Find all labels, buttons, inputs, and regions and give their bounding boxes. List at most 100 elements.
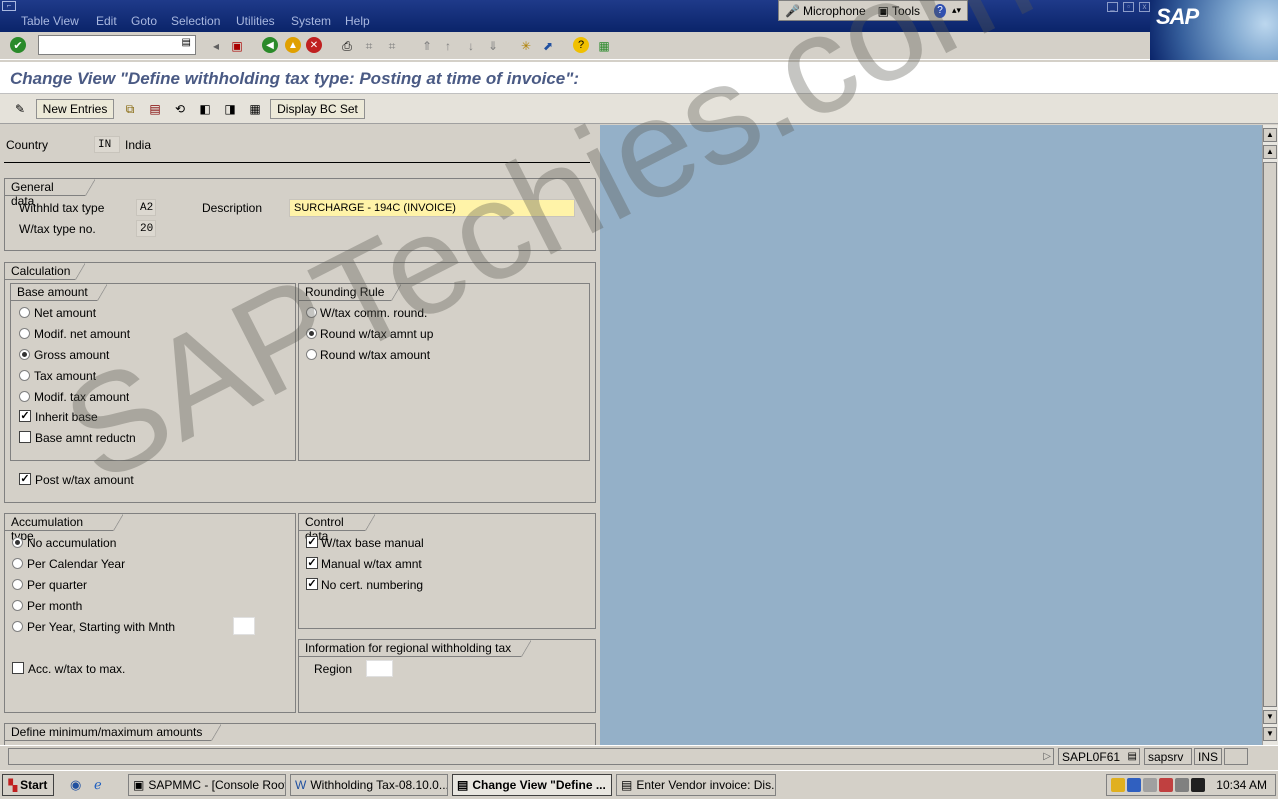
- tray-icon[interactable]: [1159, 778, 1173, 792]
- tray-icon[interactable]: [1127, 778, 1141, 792]
- status-info-icon[interactable]: ▤: [1128, 750, 1137, 764]
- accumulation-radio[interactable]: [12, 579, 23, 590]
- exit-icon[interactable]: ▲: [285, 37, 301, 53]
- previous-page-icon[interactable]: ↑: [439, 37, 457, 55]
- status-message-field: ▷: [8, 748, 1054, 765]
- control-data-checkbox[interactable]: ✓: [306, 536, 318, 548]
- base-amount-radio[interactable]: [19, 349, 30, 360]
- region-label: Region: [314, 662, 353, 676]
- command-history-icon[interactable]: ▤: [182, 37, 191, 48]
- find-icon[interactable]: ⌗: [360, 37, 378, 55]
- new-entries-button[interactable]: New Entries: [36, 99, 114, 119]
- tray-icon[interactable]: [1175, 778, 1189, 792]
- accumulation-option-label: Per Calendar Year: [27, 557, 126, 571]
- undo-change-icon[interactable]: ⟲: [170, 99, 190, 119]
- menu-system[interactable]: System: [291, 14, 331, 28]
- scroll-bottom-icon[interactable]: ▼: [1263, 727, 1277, 741]
- task-withholding-tax[interactable]: W Withholding Tax-08.10.0...: [290, 774, 448, 796]
- country-field[interactable]: IN: [94, 136, 120, 153]
- rounding-rule-radio[interactable]: [306, 307, 317, 318]
- menu-help[interactable]: Help: [345, 14, 370, 28]
- minimize-icon[interactable]: _: [1107, 2, 1118, 12]
- menu-edit[interactable]: Edit: [96, 14, 117, 28]
- tray-icon[interactable]: [1143, 778, 1157, 792]
- inherit-base-label: Inherit base: [35, 410, 98, 424]
- internet-explorer-icon[interactable]: ℯ: [94, 777, 102, 793]
- menu-table-view[interactable]: Table View: [21, 14, 79, 28]
- wtax-type-no-field[interactable]: 20: [136, 220, 156, 237]
- options-arrow-icon[interactable]: ▴▾: [946, 5, 967, 16]
- change-display-icon[interactable]: ✎: [10, 99, 30, 119]
- shortcut-icon[interactable]: ⬈: [539, 37, 557, 55]
- layout-menu-icon[interactable]: ▦: [595, 37, 613, 55]
- task-change-view[interactable]: ▤ Change View "Define ...: [452, 774, 612, 796]
- scroll-down-icon[interactable]: ▼: [1263, 710, 1277, 724]
- scroll-up-icon[interactable]: ▲: [1263, 145, 1277, 159]
- base-amnt-reductn-checkbox[interactable]: [19, 431, 31, 443]
- accumulation-radio[interactable]: [12, 600, 23, 611]
- microphone-button[interactable]: 🎤 Microphone: [779, 4, 872, 18]
- delete-icon[interactable]: ▤: [145, 99, 165, 119]
- task-enter-vendor-invoice[interactable]: ▤ Enter Vendor invoice: Dis...: [616, 774, 776, 796]
- description-field[interactable]: SURCHARGE - 194C (INVOICE): [289, 199, 575, 217]
- base-amount-radio[interactable]: [19, 328, 30, 339]
- new-session-icon[interactable]: ✳: [517, 37, 535, 55]
- accumulation-radio[interactable]: [12, 621, 23, 632]
- print-icon[interactable]: ⎙: [338, 37, 356, 55]
- next-page-icon[interactable]: ↓: [462, 37, 480, 55]
- system-menu-icon[interactable]: ⌐: [2, 1, 16, 11]
- regional-info-title: Information for regional withholding tax: [299, 640, 531, 657]
- next-entry-icon[interactable]: ◨: [220, 99, 240, 119]
- tools-button[interactable]: ▣ Tools: [872, 4, 926, 18]
- menu-utilities[interactable]: Utilities: [236, 14, 275, 28]
- menu-goto[interactable]: Goto: [131, 14, 157, 28]
- task-sapmmc[interactable]: ▣ SAPMMC - [Console Root...: [128, 774, 286, 796]
- back-icon[interactable]: ◀: [262, 37, 278, 53]
- region-field[interactable]: [366, 660, 393, 677]
- last-page-icon[interactable]: ⇓: [484, 37, 502, 55]
- base-amount-radio[interactable]: [19, 370, 30, 381]
- tray-icon[interactable]: [1191, 778, 1205, 792]
- help-icon[interactable]: ?: [934, 3, 946, 18]
- post-wtax-amount-checkbox[interactable]: ✓: [19, 473, 31, 485]
- rounding-rule-radio[interactable]: [306, 349, 317, 360]
- start-button[interactable]: ▚ Start: [2, 774, 54, 796]
- tools-icon: ▣: [877, 3, 889, 18]
- calculation-title: Calculation: [5, 263, 85, 280]
- restore-icon[interactable]: ▫: [1123, 2, 1134, 12]
- scroll-top-icon[interactable]: ▲: [1263, 128, 1277, 142]
- cancel-icon[interactable]: ✕: [306, 37, 322, 53]
- copy-icon[interactable]: ⧉: [120, 99, 140, 119]
- help-icon[interactable]: ?: [573, 37, 589, 53]
- control-data-checkbox[interactable]: ✓: [306, 578, 318, 590]
- explorer-icon[interactable]: ◉: [70, 777, 81, 793]
- start-month-field[interactable]: [233, 617, 255, 635]
- collapse-icon[interactable]: ◂: [207, 37, 225, 55]
- command-field[interactable]: ▤: [38, 35, 196, 55]
- acc-wtax-to-max-checkbox[interactable]: [12, 662, 24, 674]
- inherit-base-checkbox[interactable]: ✓: [19, 410, 31, 422]
- select-all-icon[interactable]: ▦: [245, 99, 265, 119]
- accumulation-radio[interactable]: [12, 558, 23, 569]
- menu-selection[interactable]: Selection: [171, 14, 220, 28]
- save-icon[interactable]: ▣: [228, 37, 246, 55]
- tray-icon[interactable]: [1111, 778, 1125, 792]
- status-toggle-icon[interactable]: ▷: [1043, 750, 1051, 764]
- accumulation-radio[interactable]: [12, 537, 23, 548]
- previous-entry-icon[interactable]: ◧: [195, 99, 215, 119]
- scroll-thumb[interactable]: [1263, 162, 1277, 707]
- country-label: Country: [6, 138, 49, 152]
- base-amount-option-label: Gross amount: [34, 348, 110, 362]
- close-icon[interactable]: x: [1139, 2, 1150, 12]
- control-data-checkbox[interactable]: ✓: [306, 557, 318, 569]
- first-page-icon[interactable]: ⇑: [418, 37, 436, 55]
- application-toolbar: [0, 94, 1278, 124]
- general-data-title: General data: [5, 179, 95, 208]
- base-amount-radio[interactable]: [19, 307, 30, 318]
- display-bc-set-button[interactable]: Display BC Set: [270, 99, 365, 119]
- find-next-icon[interactable]: ⌗: [383, 37, 401, 55]
- rounding-rule-radio[interactable]: [306, 328, 317, 339]
- enter-icon[interactable]: ✔: [10, 37, 26, 53]
- page-title: Change View "Define withholding tax type…: [10, 69, 579, 88]
- withhld-tax-type-field[interactable]: A2: [136, 199, 156, 216]
